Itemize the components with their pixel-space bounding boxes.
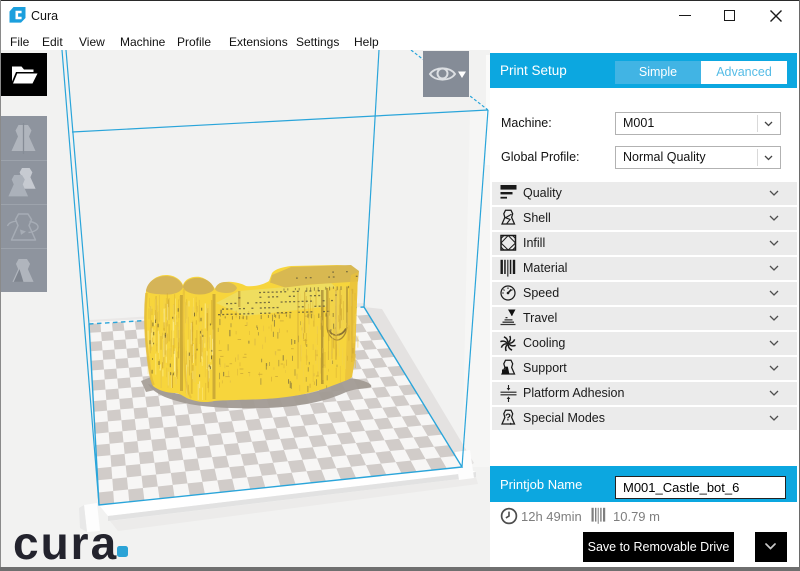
svg-text:?: ? bbox=[505, 413, 511, 424]
